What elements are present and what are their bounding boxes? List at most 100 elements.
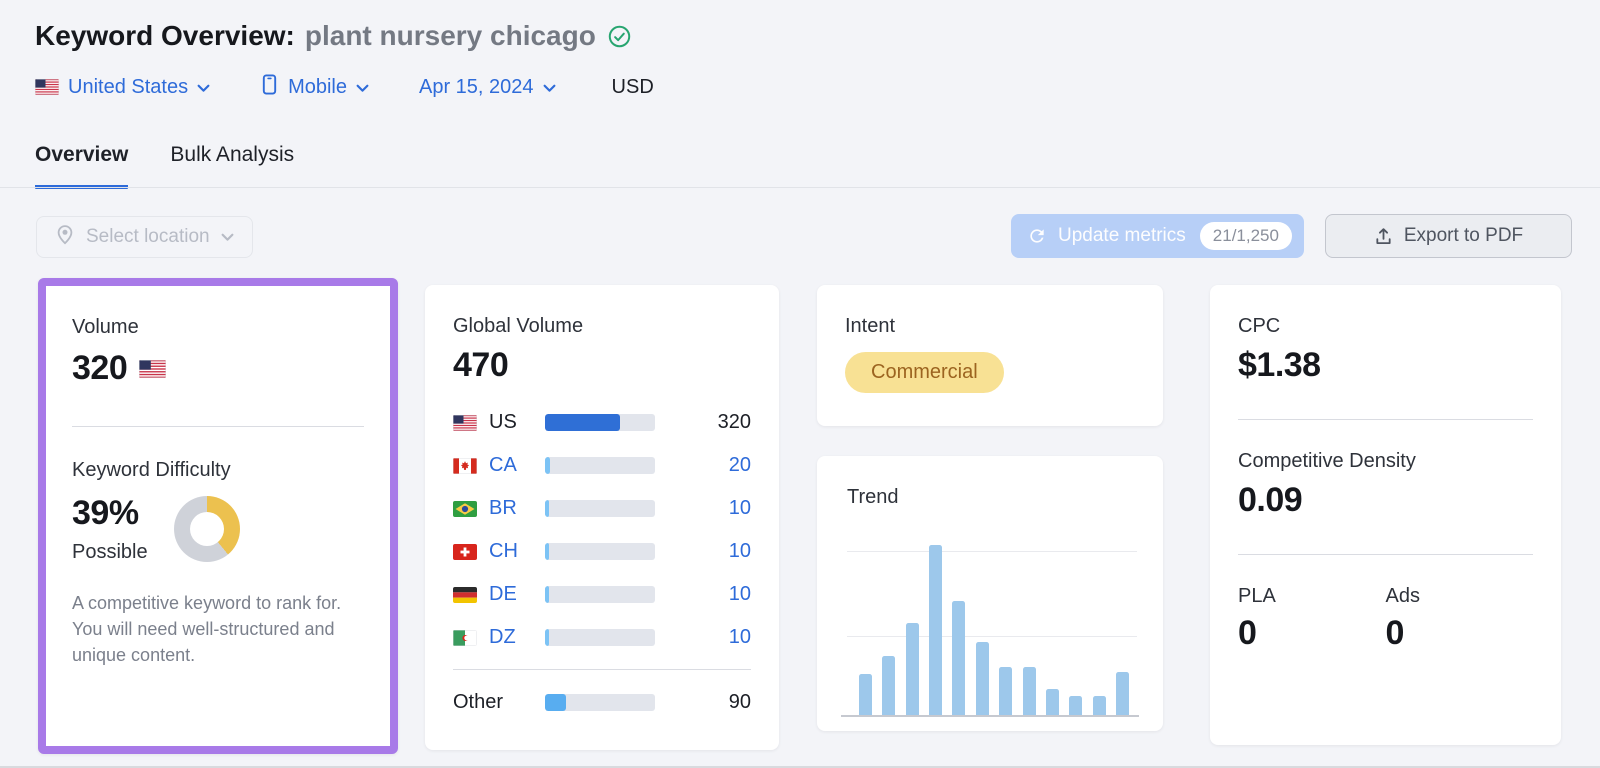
country-volume-value[interactable]: 10 [729,626,751,649]
intent-label: Intent [845,315,896,337]
quota-badge: 21/1,250 [1199,222,1292,250]
ads-value: 0 [1385,614,1405,652]
trend-bar [952,601,966,715]
competitive-density-value: 0.09 [1238,481,1303,519]
other-volume-row: Other 90 [453,680,751,724]
update-metrics-label: Update metrics [1058,225,1186,246]
volume-value: 320 [72,349,128,387]
trend-plot [859,535,1129,715]
country-volume-bar [545,414,655,431]
global-volume-value: 470 [453,346,509,384]
location-pin-icon [55,223,75,251]
global-volume-row: CA 20 [453,444,751,487]
global-volume-list: US 320 CA 20 BR 10 CH 10 DE 10 DZ 10 [453,401,751,659]
date-dropdown-label: Apr 15, 2024 [419,75,534,98]
intent-badge: Commercial [845,352,1004,393]
tabs-divider [0,187,1600,188]
date-dropdown[interactable]: Apr 15, 2024 [419,76,556,99]
volume-card: Volume 320 Keyword Difficulty 39% Possib… [38,278,398,754]
export-to-pdf-button[interactable]: Export to PDF [1325,214,1572,258]
pla-label: PLA [1238,585,1276,607]
divider [1238,419,1533,420]
country-volume-value[interactable]: 10 [729,497,751,520]
cpc-label: CPC [1238,315,1281,337]
trend-card: Trend [817,456,1163,731]
country-code-link[interactable]: US [489,411,533,434]
export-icon [1374,227,1393,246]
pla-value: 0 [1238,614,1257,652]
keyword-overview-page: Keyword Overview: plant nursery chicago … [0,0,1600,768]
other-volume-fill [545,693,566,711]
country-volume-value[interactable]: 10 [729,583,751,606]
cpc-value: $1.38 [1238,346,1321,384]
trend-bar [859,674,872,715]
ca-flag-icon [453,457,477,474]
trend-bar [999,667,1013,715]
country-dropdown-label: United States [68,75,189,98]
select-location-dropdown[interactable]: Select location [36,216,253,258]
global-volume-row: DE 10 [453,573,751,616]
trend-bar [905,623,919,715]
tab-bar: Overview Bulk Analysis [35,143,294,189]
trend-bar [882,656,896,715]
country-code-link[interactable]: CA [489,454,533,477]
country-code-link[interactable]: DZ [489,626,533,649]
de-flag-icon [453,586,477,603]
country-volume-bar [545,629,655,646]
volume-label: Volume [72,316,139,338]
competitive-density-label: Competitive Density [1238,450,1416,472]
country-volume-bar [545,586,655,603]
export-to-pdf-label: Export to PDF [1403,225,1524,246]
check-circle-icon [608,25,631,48]
trend-label: Trend [847,486,899,508]
device-dropdown-label: Mobile [288,75,347,98]
mobile-icon [260,74,279,101]
device-dropdown[interactable]: Mobile [260,74,369,101]
trend-chart [841,535,1139,717]
chevron-down-icon [197,84,210,93]
country-volume-value[interactable]: 320 [718,411,751,434]
country-code-link[interactable]: DE [489,583,533,606]
chevron-down-icon [543,84,556,93]
page-title-label: Keyword Overview: [35,20,295,51]
divider [1238,554,1533,555]
ads-label: Ads [1385,585,1420,607]
dz-flag-icon [453,629,477,646]
trend-bar [929,545,943,715]
global-volume-card: Global Volume 470 US 320 CA 20 BR 10 CH … [425,285,779,750]
country-code-link[interactable]: CH [489,540,533,563]
country-volume-value[interactable]: 10 [729,540,751,563]
global-volume-row: BR 10 [453,487,751,530]
ch-flag-icon [453,543,477,560]
country-dropdown[interactable]: United States [35,76,210,99]
other-volume-value: 90 [728,690,751,713]
keyword-difficulty-label: Keyword Difficulty [72,459,231,481]
br-flag-icon [453,500,477,517]
select-location-label: Select location [86,226,210,247]
refresh-icon [1027,226,1047,246]
global-volume-row: CH 10 [453,530,751,573]
kd-donut [173,496,240,562]
divider [72,426,364,427]
trend-bar [1069,696,1083,715]
global-volume-row: US 320 [453,401,751,444]
country-volume-bar [545,543,655,560]
trend-bar [1045,689,1059,715]
country-code-link[interactable]: BR [489,497,533,520]
us-flag-icon [35,79,59,95]
tab-bulk-analysis[interactable]: Bulk Analysis [170,143,294,189]
tab-overview[interactable]: Overview [35,143,129,189]
keyword-text: plant nursery chicago [304,20,596,51]
country-volume-bar [545,500,655,517]
trend-bar [1092,696,1106,715]
trend-baseline [841,715,1139,717]
country-volume-value[interactable]: 20 [729,454,751,477]
filters-row: United States Mobile Apr 15, 2024 USD [35,72,654,102]
update-metrics-button[interactable]: Update metrics 21/1,250 [1011,214,1304,258]
us-flag-icon [453,414,477,431]
trend-bar [1115,672,1129,715]
keyword-difficulty-value: 39% [72,494,139,532]
global-volume-row: DZ 10 [453,616,751,659]
chevron-down-icon [221,233,234,242]
other-volume-bar [545,693,655,711]
